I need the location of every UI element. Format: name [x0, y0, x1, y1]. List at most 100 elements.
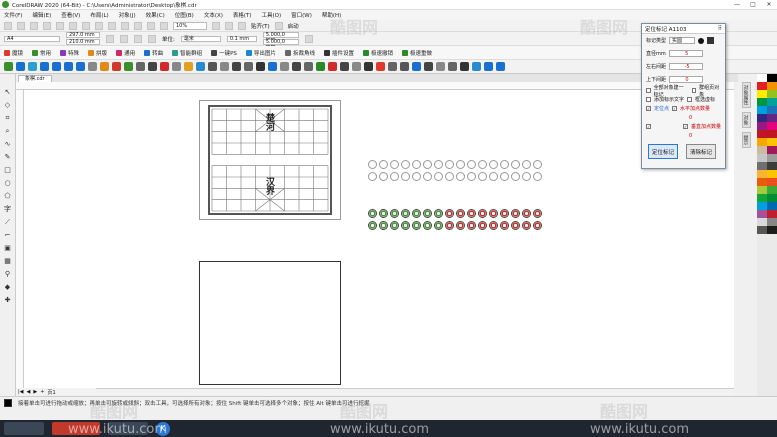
piece-outline[interactable]	[500, 160, 509, 169]
add-number-checkbox[interactable]	[646, 97, 651, 102]
piece-outline[interactable]	[423, 160, 432, 169]
plugin-tool-icon[interactable]	[496, 62, 505, 71]
dialog-close-icon[interactable]: ⠿	[718, 25, 722, 32]
plugin-tool-icon[interactable]	[292, 62, 301, 71]
palette-swatch[interactable]	[757, 202, 767, 210]
corner-br-checkbox[interactable]: ✓	[683, 124, 688, 129]
plugin-tool-icon[interactable]	[412, 62, 421, 71]
plugin-tool-icon[interactable]	[316, 62, 325, 71]
chess-piece[interactable]	[500, 221, 509, 230]
chess-piece[interactable]	[478, 209, 487, 218]
transparency-icon[interactable]: ▦	[4, 257, 12, 265]
clear-button[interactable]: 清除标记	[686, 144, 716, 159]
print-icon[interactable]	[43, 21, 51, 30]
chess-piece[interactable]	[412, 221, 421, 230]
smart-fill-icon[interactable]: ✚	[4, 296, 12, 304]
chessboard[interactable]: 楚河 汉界	[208, 105, 332, 215]
plugin-tool-icon[interactable]	[52, 62, 61, 71]
piece-outline[interactable]	[434, 160, 443, 169]
palette-swatch[interactable]	[757, 146, 767, 154]
import-icon[interactable]	[134, 21, 142, 30]
palette-swatch[interactable]	[757, 106, 767, 114]
plugin-tool-icon[interactable]	[460, 62, 469, 71]
corner-tl-checkbox[interactable]: ✓	[646, 106, 651, 111]
plugin-tool-icon[interactable]	[40, 62, 49, 71]
all-objects-checkbox[interactable]	[646, 88, 651, 93]
parallel-dimension-icon[interactable]: ⟋	[4, 218, 12, 226]
chess-piece[interactable]	[522, 209, 531, 218]
palette-swatch[interactable]	[757, 90, 767, 98]
piece-outline[interactable]	[390, 172, 399, 181]
plugin-item[interactable]: 极速撤销	[362, 49, 393, 57]
palette-swatch[interactable]	[757, 178, 767, 186]
page-width-field[interactable]: 297.0 mm	[66, 32, 100, 38]
docker-tab-hints[interactable]: 提示	[741, 132, 751, 148]
drawing-canvas[interactable]	[24, 90, 734, 388]
piece-outline[interactable]	[456, 160, 465, 169]
palette-swatch[interactable]	[757, 98, 767, 106]
zoom-level[interactable]: 10%	[173, 21, 207, 30]
chess-piece[interactable]	[500, 209, 509, 218]
mark-button[interactable]: 定位标记	[648, 144, 678, 159]
plugin-item[interactable]: 常用	[32, 49, 51, 57]
plugin-tool-icon[interactable]	[400, 62, 409, 71]
piece-outline[interactable]	[467, 160, 476, 169]
plugin-tool-icon[interactable]	[124, 62, 133, 71]
plugin-tool-icon[interactable]	[160, 62, 169, 71]
menu-effects[interactable]: 效果(C)	[146, 11, 165, 19]
plugin-tool-icon[interactable]	[64, 62, 73, 71]
plugin-tool-icon[interactable]	[328, 62, 337, 71]
fill-swatch[interactable]	[4, 399, 12, 407]
maximize-button[interactable]: □	[745, 0, 761, 10]
plugin-tool-icon[interactable]	[232, 62, 241, 71]
paste-icon[interactable]	[82, 21, 90, 30]
chess-piece[interactable]	[368, 221, 377, 230]
palette-swatch[interactable]	[767, 178, 777, 186]
menu-table[interactable]: 表格(T)	[233, 11, 252, 19]
plugin-tool-icon[interactable]	[448, 62, 457, 71]
plugin-item[interactable]: 拆裁角线	[284, 49, 315, 57]
piece-outline[interactable]	[401, 160, 410, 169]
plugin-tool-icon[interactable]	[16, 62, 25, 71]
options-gear-icon[interactable]	[304, 34, 313, 43]
chess-piece[interactable]	[467, 221, 476, 230]
document-tab[interactable]: 象棋.cdr	[18, 75, 52, 82]
palette-swatch[interactable]	[767, 186, 777, 194]
undo-icon[interactable]	[95, 21, 103, 30]
piece-outline[interactable]	[423, 172, 432, 181]
eyedropper-icon[interactable]: ⚲	[4, 270, 12, 278]
chess-piece[interactable]	[456, 209, 465, 218]
palette-swatch[interactable]	[757, 186, 767, 194]
chess-piece[interactable]	[489, 221, 498, 230]
chess-piece[interactable]	[522, 221, 531, 230]
chess-piece[interactable]	[368, 209, 377, 218]
palette-swatch[interactable]	[767, 122, 777, 130]
rulers-icon[interactable]	[225, 21, 233, 30]
plugin-item[interactable]: 拼版	[88, 49, 107, 57]
piece-outline[interactable]	[445, 172, 454, 181]
palette-swatch[interactable]	[767, 202, 777, 210]
piece-outline[interactable]	[379, 160, 388, 169]
tb-distance-field[interactable]: 0	[669, 76, 704, 83]
palette-swatch[interactable]	[757, 226, 767, 234]
docker-tab-properties[interactable]: 对象属性	[741, 82, 751, 108]
palette-swatch[interactable]	[757, 138, 767, 146]
cut-icon[interactable]	[56, 21, 64, 30]
piece-outline[interactable]	[489, 172, 498, 181]
plugin-tool-icon[interactable]	[472, 62, 481, 71]
lr-distance-field[interactable]: -5	[669, 63, 704, 70]
zoom-tool-icon[interactable]: ⌕	[4, 127, 12, 135]
palette-swatch[interactable]	[757, 218, 767, 226]
plugin-tool-icon[interactable]	[172, 62, 181, 71]
redo-icon[interactable]	[108, 21, 116, 30]
plugin-tool-icon[interactable]	[4, 62, 13, 71]
plugin-tool-icon[interactable]	[220, 62, 229, 71]
chess-piece[interactable]	[434, 221, 443, 230]
menu-window[interactable]: 窗口(W)	[291, 11, 312, 19]
crop-tool-icon[interactable]: ⌗	[4, 114, 12, 122]
artistic-media-icon[interactable]: ✎	[4, 153, 12, 161]
portrait-icon[interactable]	[106, 34, 114, 43]
plugin-item[interactable]: 智能群组	[172, 49, 202, 57]
plugin-tool-icon[interactable]	[280, 62, 289, 71]
duplicate-y-field[interactable]: 5.000,0 mm	[262, 39, 299, 50]
